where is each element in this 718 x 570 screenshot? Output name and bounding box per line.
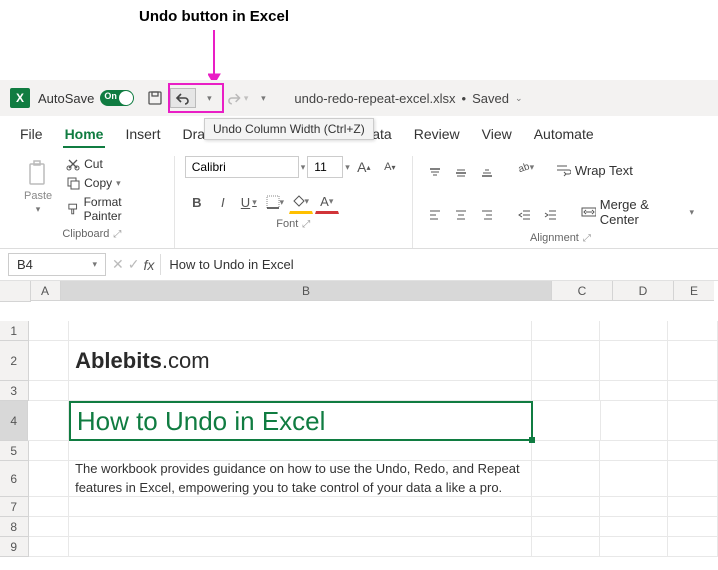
save-status: Saved bbox=[472, 91, 509, 106]
align-right-button[interactable] bbox=[475, 204, 499, 226]
save-button[interactable] bbox=[144, 87, 166, 109]
enter-formula-icon[interactable]: ✓ bbox=[128, 256, 140, 273]
group-alignment: ab▾ Wrap Text Merge & Cent bbox=[413, 156, 708, 248]
copy-label: Copy bbox=[84, 176, 112, 190]
col-head-d[interactable]: D bbox=[613, 281, 674, 301]
border-button[interactable]: ▾ bbox=[263, 191, 287, 213]
paste-button[interactable]: Paste ▾ bbox=[20, 156, 56, 219]
tab-view[interactable]: View bbox=[480, 122, 514, 148]
undo-tooltip: Undo Column Width (Ctrl+Z) bbox=[204, 118, 374, 140]
fx-icon[interactable]: fx bbox=[143, 257, 154, 273]
row-head-2[interactable]: 2 bbox=[0, 341, 29, 381]
row-head-8[interactable]: 8 bbox=[0, 517, 29, 537]
font-group-label: Font bbox=[276, 218, 298, 230]
row-head-6[interactable]: 6 bbox=[0, 461, 29, 497]
increase-font-button[interactable]: A▴ bbox=[352, 156, 376, 178]
annotation-arrow bbox=[208, 30, 228, 86]
format-painter-button[interactable]: Format Painter bbox=[62, 194, 164, 224]
cut-label: Cut bbox=[84, 157, 103, 171]
clipboard-launcher-icon[interactable]: ⤢ bbox=[113, 229, 121, 240]
autosave-label: AutoSave bbox=[38, 91, 94, 106]
col-head-e[interactable]: E bbox=[674, 281, 714, 301]
group-font: ▾ ▾ A▴ A▾ B I U▾ ▾ ▾ A▾ Font⤢ bbox=[175, 156, 413, 248]
font-launcher-icon[interactable]: ⤢ bbox=[302, 219, 310, 230]
copy-button[interactable]: Copy ▾ bbox=[62, 175, 164, 191]
font-color-button[interactable]: A▾ bbox=[315, 190, 339, 214]
formula-bar[interactable]: How to Undo in Excel bbox=[160, 254, 710, 275]
name-box-value: B4 bbox=[17, 257, 33, 272]
align-left-button[interactable] bbox=[423, 204, 447, 226]
font-name-input[interactable] bbox=[185, 156, 299, 178]
select-all-corner[interactable] bbox=[0, 281, 31, 302]
format-painter-label: Format Painter bbox=[84, 195, 160, 223]
merge-center-label: Merge & Center bbox=[600, 197, 686, 227]
undo-dropdown[interactable]: ▾ bbox=[198, 87, 220, 109]
align-center-button[interactable] bbox=[449, 204, 473, 226]
formula-bar-area: B4 ▾ ✕ ✓ fx How to Undo in Excel bbox=[0, 249, 718, 281]
svg-text:ab: ab bbox=[516, 161, 529, 174]
tab-file[interactable]: File bbox=[18, 122, 45, 148]
alignment-group-label: Alignment bbox=[530, 232, 579, 244]
active-cell[interactable]: How to Undo in Excel bbox=[69, 401, 533, 441]
selection-handle[interactable] bbox=[529, 437, 535, 443]
font-size-input[interactable] bbox=[307, 156, 343, 178]
increase-indent-button[interactable] bbox=[539, 204, 563, 226]
orientation-button[interactable]: ab▾ bbox=[513, 156, 537, 178]
row-head-1[interactable]: 1 bbox=[0, 321, 29, 341]
italic-button[interactable]: I bbox=[211, 191, 235, 213]
col-head-a[interactable]: A bbox=[30, 281, 61, 301]
cut-button[interactable]: Cut bbox=[62, 156, 164, 172]
col-head-b[interactable]: B bbox=[61, 281, 552, 301]
underline-button[interactable]: U▾ bbox=[237, 191, 261, 213]
wrap-text-label: Wrap Text bbox=[575, 163, 633, 178]
align-middle-button[interactable] bbox=[449, 162, 473, 184]
alignment-launcher-icon[interactable]: ⤢ bbox=[583, 233, 591, 244]
toggle-knob bbox=[119, 91, 133, 105]
tab-automate[interactable]: Automate bbox=[532, 122, 596, 148]
document-title[interactable]: undo-redo-repeat-excel.xlsx • Saved ⌄ bbox=[294, 91, 522, 106]
col-head-c[interactable]: C bbox=[552, 281, 613, 301]
merge-center-button[interactable]: Merge & Center ▾ bbox=[577, 196, 698, 228]
qat-customize[interactable]: ▾ bbox=[252, 87, 274, 109]
decrease-font-button[interactable]: A▾ bbox=[378, 156, 402, 178]
bold-button[interactable]: B bbox=[185, 191, 209, 213]
excel-app-icon: X bbox=[10, 88, 30, 108]
wrap-text-button[interactable]: Wrap Text bbox=[551, 156, 637, 184]
annotation-label: Undo button in Excel bbox=[139, 8, 289, 25]
autosave-control[interactable]: AutoSave On bbox=[38, 90, 134, 106]
redo-button[interactable]: ▾ bbox=[226, 87, 248, 109]
row-head-7[interactable]: 7 bbox=[0, 497, 29, 517]
autosave-toggle-text: On bbox=[104, 91, 117, 101]
align-top-button[interactable] bbox=[423, 162, 447, 184]
row-head-4[interactable]: 4 bbox=[0, 401, 28, 441]
titlebar: X AutoSave On ▾ ▾ ▾ undo-redo-repeat-exc… bbox=[0, 80, 718, 116]
cell-b6[interactable]: The workbook provides guidance on how to… bbox=[69, 461, 532, 497]
tab-home[interactable]: Home bbox=[63, 122, 106, 148]
tab-review[interactable]: Review bbox=[412, 122, 462, 148]
group-clipboard: Paste ▾ Cut Copy ▾ Format Painter C bbox=[10, 156, 175, 248]
fill-color-button[interactable]: ▾ bbox=[289, 190, 313, 214]
paste-label: Paste bbox=[24, 190, 52, 202]
name-box[interactable]: B4 ▾ bbox=[8, 253, 106, 276]
tab-insert[interactable]: Insert bbox=[123, 122, 162, 148]
autosave-toggle[interactable]: On bbox=[100, 90, 134, 106]
cancel-formula-icon[interactable]: ✕ bbox=[112, 256, 124, 273]
worksheet-grid: A B C D E 1 2 Ablebits.com 3 4 How to Undo… bbox=[0, 281, 718, 557]
undo-button[interactable] bbox=[170, 88, 196, 108]
document-name: undo-redo-repeat-excel.xlsx bbox=[294, 91, 455, 106]
undo-highlight-box: ▾ bbox=[168, 83, 224, 113]
cell-b4-content: How to Undo in Excel bbox=[77, 406, 326, 437]
row-head-5[interactable]: 5 bbox=[0, 441, 29, 461]
ribbon: Paste ▾ Cut Copy ▾ Format Painter C bbox=[0, 150, 718, 249]
ablebits-logo: Ablebits.com bbox=[75, 348, 209, 374]
column-headers: A B C D E bbox=[30, 281, 718, 301]
clipboard-group-label: Clipboard bbox=[62, 228, 109, 240]
row-head-3[interactable]: 3 bbox=[0, 381, 29, 401]
align-bottom-button[interactable] bbox=[475, 162, 499, 184]
decrease-indent-button[interactable] bbox=[513, 204, 537, 226]
row-head-9[interactable]: 9 bbox=[0, 537, 29, 557]
